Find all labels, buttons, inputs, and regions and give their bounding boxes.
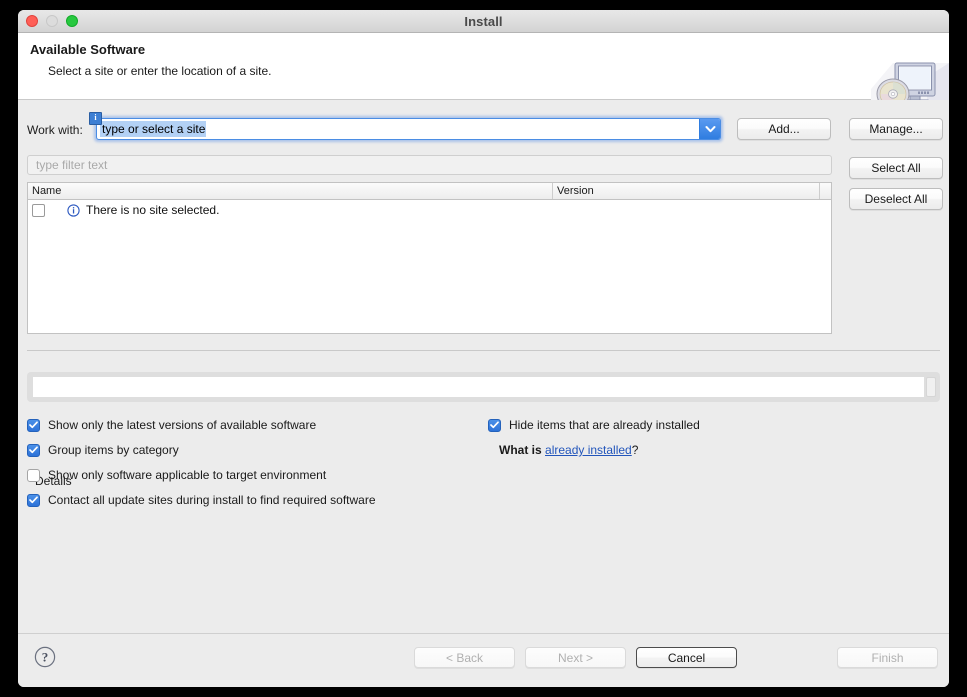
finish-button[interactable]: Finish <box>837 647 938 668</box>
window-controls <box>26 10 78 32</box>
checkbox-checked-icon[interactable] <box>27 493 40 507</box>
already-installed-link[interactable]: already installed <box>545 443 632 457</box>
dialog-footer: ? < Back Next > Cancel Finish <box>18 634 949 687</box>
checkbox-checked-icon[interactable] <box>27 443 40 457</box>
option-target-environment[interactable]: Show only software applicable to target … <box>27 468 326 482</box>
manage-sites-button[interactable]: Manage... <box>849 118 943 140</box>
info-circle-icon <box>67 203 81 217</box>
details-scrollbar[interactable] <box>926 377 936 397</box>
column-header-version[interactable]: Version <box>553 183 820 199</box>
what-is-lead-text: What is <box>499 443 546 457</box>
details-text <box>33 377 924 397</box>
next-button[interactable]: Next > <box>525 647 626 668</box>
option-show-latest-versions[interactable]: Show only the latest versions of availab… <box>27 418 316 432</box>
what-is-already-installed: What is already installed? <box>499 443 638 457</box>
filter-input[interactable]: type filter text <box>27 155 832 175</box>
option-label: Show only software applicable to target … <box>48 468 327 482</box>
work-with-input[interactable]: type or select a site <box>97 119 699 139</box>
zoom-button[interactable] <box>66 15 78 27</box>
work-with-combo[interactable]: type or select a site <box>94 116 723 142</box>
checkbox-checked-icon[interactable] <box>488 418 501 432</box>
back-button[interactable]: < Back <box>414 647 515 668</box>
table-row[interactable]: There is no site selected. <box>28 200 831 220</box>
row-name-cell: There is no site selected. <box>86 203 220 217</box>
table-body: There is no site selected. <box>28 200 831 220</box>
column-header-name[interactable]: Name <box>28 183 553 199</box>
checkbox-checked-icon[interactable] <box>27 418 40 432</box>
content-assist-info-icon: i <box>89 112 102 125</box>
column-header-extra[interactable] <box>820 183 831 199</box>
row-checkbox[interactable] <box>32 203 45 217</box>
install-dialog-window: Install Available Software Select a site… <box>18 10 949 687</box>
work-with-row: Work with: type or select a site i Add..… <box>18 112 949 144</box>
work-with-combo-box[interactable]: type or select a site <box>96 118 721 140</box>
details-separator <box>27 350 940 351</box>
svg-text:?: ? <box>42 650 49 665</box>
dialog-body: Work with: type or select a site i Add..… <box>18 100 949 687</box>
title-bar: Install <box>18 10 949 33</box>
checkbox-unchecked-icon[interactable] <box>27 468 40 482</box>
question-mark-icon[interactable]: ? <box>34 646 56 668</box>
option-contact-all-update-sites[interactable]: Contact all update sites during install … <box>27 493 376 507</box>
table-header-row: Name Version <box>28 183 831 200</box>
close-button[interactable] <box>26 15 38 27</box>
option-label: Hide items that are already installed <box>509 418 700 432</box>
details-panel <box>27 372 940 402</box>
deselect-all-button[interactable]: Deselect All <box>849 188 943 210</box>
work-with-label: Work with: <box>27 123 83 137</box>
available-software-table[interactable]: Name Version There is no site selected. <box>27 182 832 334</box>
option-label: Show only the latest versions of availab… <box>48 418 317 432</box>
option-label: Contact all update sites during install … <box>48 493 376 507</box>
add-site-button[interactable]: Add... <box>737 118 831 140</box>
page-subtitle: Select a site or enter the location of a… <box>48 64 272 78</box>
option-group-by-category[interactable]: Group items by category <box>27 443 179 457</box>
work-with-value: type or select a site <box>100 121 207 137</box>
cancel-button[interactable]: Cancel <box>636 647 737 668</box>
wizard-header: Available Software Select a site or ente… <box>18 33 949 113</box>
what-is-tail-text: ? <box>631 443 639 457</box>
option-label: Group items by category <box>48 443 179 457</box>
minimize-button[interactable] <box>46 15 58 27</box>
option-hide-installed-items[interactable]: Hide items that are already installed <box>488 418 700 432</box>
window-title: Install <box>464 13 503 29</box>
page-title: Available Software <box>30 42 146 57</box>
select-all-button[interactable]: Select All <box>849 157 943 179</box>
chevron-down-icon[interactable] <box>699 119 720 139</box>
